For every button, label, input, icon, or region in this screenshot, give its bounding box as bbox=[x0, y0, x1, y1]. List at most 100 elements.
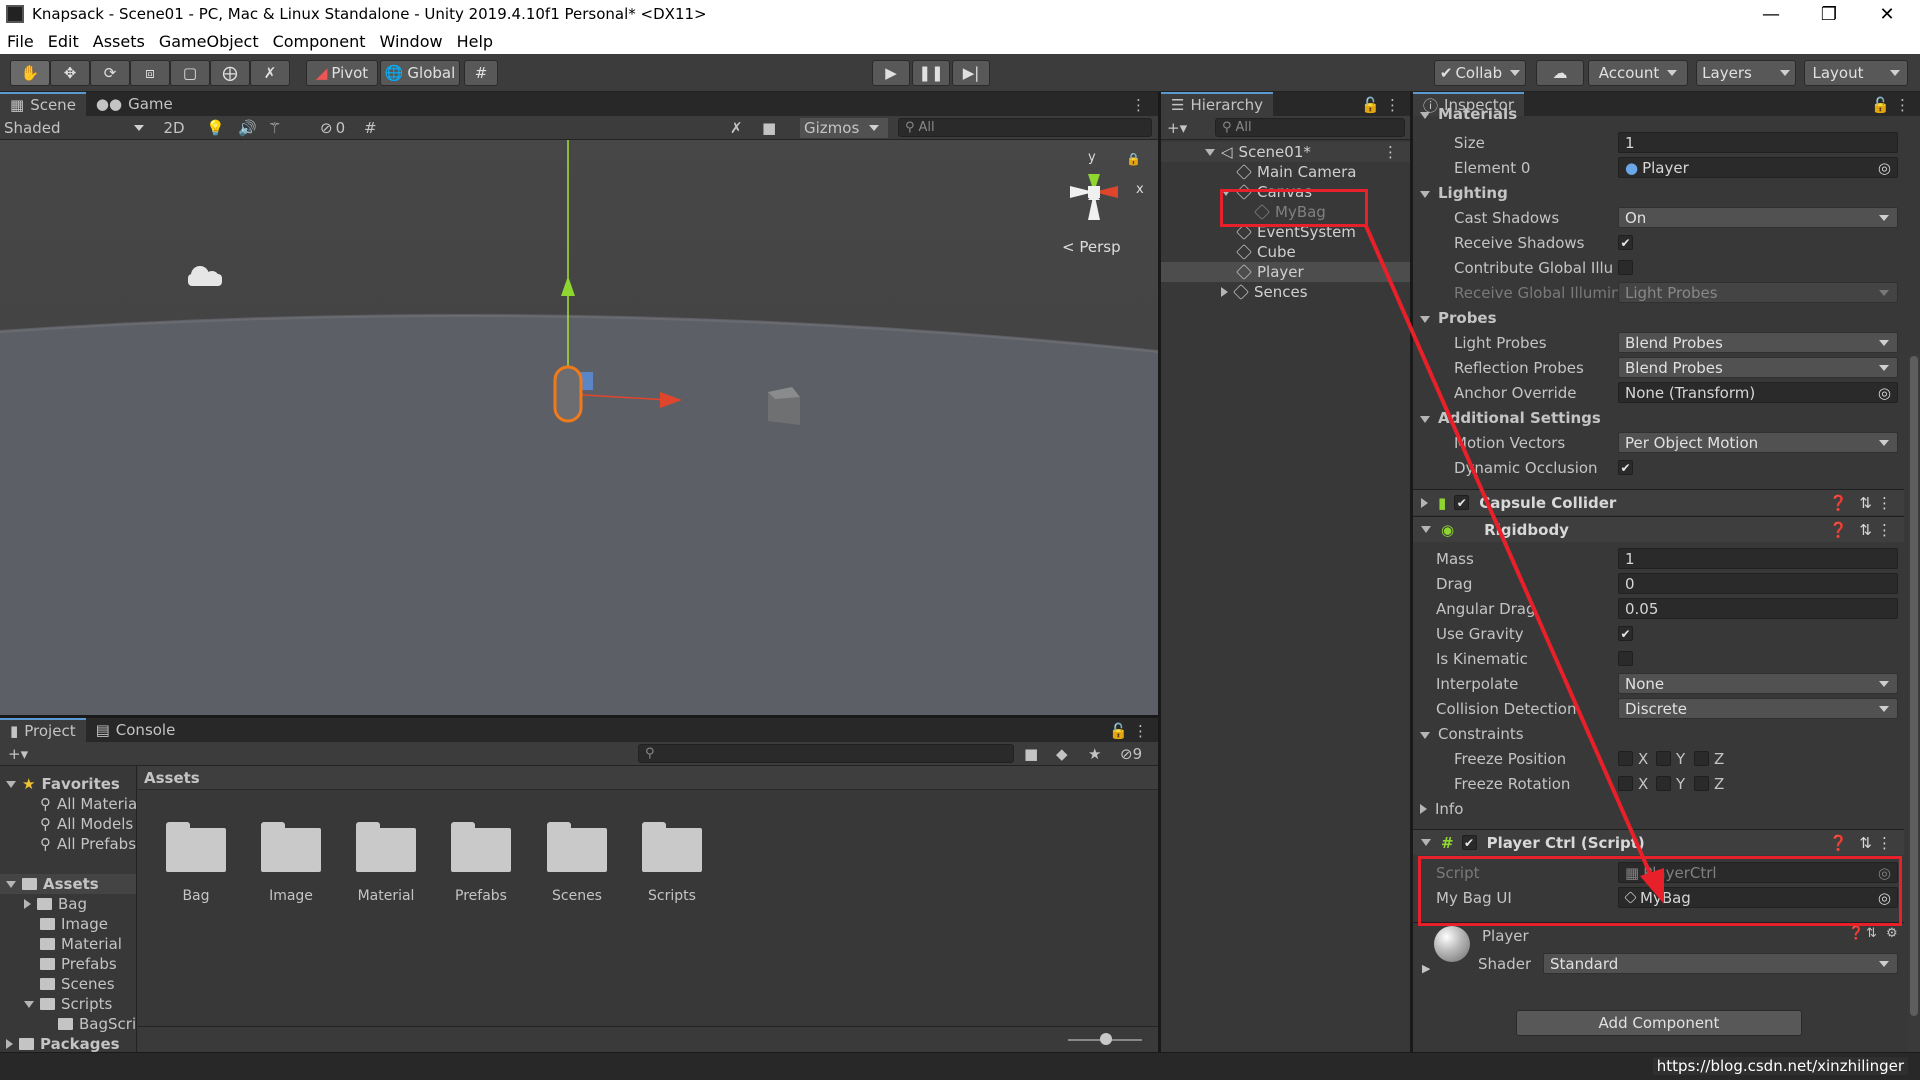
layout-dropdown[interactable]: Layout bbox=[1804, 60, 1908, 86]
player-ctrl-header[interactable]: # ✔ Player Ctrl (Script) ❓ ⇅ ⋮ bbox=[1413, 829, 1904, 855]
mode-2d-toggle[interactable]: 2D bbox=[158, 119, 190, 137]
scale-tool-icon[interactable]: ⧈ bbox=[130, 60, 170, 86]
persp-toggle[interactable]: < Persp bbox=[1062, 238, 1121, 256]
mass-field[interactable]: 1 bbox=[1618, 548, 1898, 569]
scene-menu-icon[interactable]: ⋮ bbox=[1131, 96, 1146, 114]
tree-fav-models[interactable]: ⚲ All Models bbox=[40, 814, 133, 834]
receive-shadows-checkbox[interactable]: ✔ bbox=[1618, 235, 1633, 250]
lighting-section[interactable]: Lighting bbox=[1420, 184, 1508, 202]
probes-section[interactable]: Probes bbox=[1420, 309, 1497, 327]
angular-drag-field[interactable]: 0.05 bbox=[1618, 598, 1898, 619]
menu-gameobject[interactable]: GameObject bbox=[152, 32, 266, 51]
preset-icon[interactable]: ⇅ bbox=[1866, 926, 1877, 941]
capsule-collider-header[interactable]: ▮ ✔ Capsule Collider ❓ ⇅ ⋮ bbox=[1413, 489, 1904, 515]
transform-tool-icon[interactable]: ⨁ bbox=[210, 60, 250, 86]
preset-icon[interactable]: ⇅ bbox=[1859, 834, 1872, 852]
rotate-tool-icon[interactable]: ⟳ bbox=[90, 60, 130, 86]
tree-favorites[interactable]: ★ Favorites bbox=[6, 774, 120, 794]
scene-menu-icon[interactable]: ⋮ bbox=[1383, 143, 1398, 161]
lock-icon[interactable]: 🔒 bbox=[1126, 152, 1141, 166]
help-icon[interactable]: ❓ bbox=[1848, 926, 1864, 941]
menu-assets[interactable]: Assets bbox=[86, 32, 152, 51]
material-expand-icon[interactable]: ▶ bbox=[1422, 962, 1430, 975]
shader-dropdown[interactable]: Standard bbox=[1543, 953, 1898, 974]
tree-assets[interactable]: Assets bbox=[0, 874, 136, 894]
project-search-input[interactable]: ⚲ bbox=[638, 744, 1014, 763]
hierarchy-item-main-camera[interactable]: Main Camera bbox=[1161, 162, 1410, 182]
inspector-menu-icon[interactable]: ⋮ bbox=[1895, 96, 1910, 114]
camera-icon[interactable]: ■ bbox=[762, 119, 776, 137]
inspector-scrollbar[interactable] bbox=[1908, 354, 1920, 1052]
hierarchy-item-sences[interactable]: Sences bbox=[1161, 282, 1410, 302]
lighting-toggle-icon[interactable]: 💡 bbox=[206, 119, 225, 137]
hierarchy-menu-icon[interactable]: ⋮ bbox=[1385, 96, 1400, 114]
reflection-probes-dropdown[interactable]: Blend Probes bbox=[1618, 357, 1898, 378]
hand-tool-icon[interactable]: ✋ bbox=[10, 60, 50, 86]
anchor-override-field[interactable]: None (Transform) ◎ bbox=[1618, 382, 1898, 403]
hierarchy-item-player[interactable]: Player bbox=[1161, 262, 1410, 282]
global-toggle[interactable]: 🌐 Global bbox=[380, 60, 460, 86]
rigidbody-header[interactable]: ◉ Rigidbody ❓ ⇅ ⋮ bbox=[1413, 516, 1904, 542]
component-menu-icon[interactable]: ⋮ bbox=[1877, 834, 1892, 852]
hidden-packages-toggle[interactable]: ⊘ 9 bbox=[1120, 745, 1142, 763]
effects-toggle-icon[interactable]: ⚚ bbox=[268, 119, 281, 137]
help-icon[interactable]: ❓ bbox=[1829, 834, 1848, 852]
project-breadcrumb[interactable]: Assets bbox=[138, 766, 1158, 790]
project-add-button[interactable]: +▾ bbox=[8, 745, 28, 763]
tree-folder-scripts[interactable]: Scripts bbox=[24, 994, 112, 1014]
inspector-scrollbar-thumb[interactable] bbox=[1910, 356, 1918, 1016]
preset-icon[interactable]: ⇅ bbox=[1859, 521, 1872, 539]
account-dropdown[interactable]: Account bbox=[1588, 60, 1688, 86]
gear-icon[interactable]: ⚙ bbox=[1886, 926, 1898, 941]
tab-scene[interactable]: ▦ Scene bbox=[0, 92, 86, 116]
is-kinematic-checkbox[interactable] bbox=[1618, 651, 1633, 666]
freeze-rot-x-checkbox[interactable] bbox=[1618, 776, 1633, 791]
asset-folder-image[interactable] bbox=[261, 822, 321, 874]
shading-dropdown[interactable]: Shaded bbox=[4, 117, 148, 138]
freeze-pos-z-checkbox[interactable] bbox=[1694, 751, 1709, 766]
menu-edit[interactable]: Edit bbox=[41, 32, 86, 51]
zoom-slider-handle[interactable] bbox=[1100, 1033, 1112, 1045]
menu-help[interactable]: Help bbox=[450, 32, 500, 51]
cloud-button[interactable]: ☁ bbox=[1536, 60, 1584, 86]
motion-vectors-dropdown[interactable]: Per Object Motion bbox=[1618, 432, 1898, 453]
rect-tool-icon[interactable]: ▢ bbox=[170, 60, 210, 86]
help-icon[interactable]: ❓ bbox=[1829, 494, 1848, 512]
info-section[interactable]: Info bbox=[1420, 800, 1463, 818]
favorite-star-icon[interactable]: ★ bbox=[1088, 745, 1101, 763]
project-menu-icon[interactable]: ⋮ bbox=[1133, 722, 1148, 740]
tree-folder-prefabs[interactable]: Prefabs bbox=[40, 954, 117, 974]
gizmos-dropdown[interactable]: Gizmos bbox=[800, 117, 888, 138]
tree-folder-material[interactable]: Material bbox=[40, 934, 122, 954]
size-field[interactable]: 1 bbox=[1618, 132, 1898, 153]
freeze-pos-y-checkbox[interactable] bbox=[1656, 751, 1671, 766]
preset-icon[interactable]: ⇅ bbox=[1859, 494, 1872, 512]
project-lock-icon[interactable]: 🔓 bbox=[1109, 722, 1128, 740]
tree-fav-prefabs[interactable]: ⚲ All Prefabs bbox=[40, 834, 136, 854]
asset-folder-bag[interactable] bbox=[166, 822, 226, 874]
constraints-section[interactable]: Constraints bbox=[1420, 725, 1524, 743]
cast-shadows-dropdown[interactable]: On bbox=[1618, 207, 1898, 228]
grid-snap-icon[interactable]: # bbox=[464, 60, 498, 86]
tab-game[interactable]: ●● Game bbox=[86, 92, 183, 116]
tree-folder-bagscripts[interactable]: BagScri bbox=[58, 1014, 136, 1034]
add-component-button[interactable]: Add Component bbox=[1516, 1010, 1802, 1036]
hierarchy-scene-row[interactable]: ◁ Scene01* ⋮ bbox=[1161, 142, 1410, 162]
drag-field[interactable]: 0 bbox=[1618, 573, 1898, 594]
element0-field[interactable]: ● Player ◎ bbox=[1618, 157, 1898, 178]
tree-fav-materials[interactable]: ⚲ All Materia bbox=[40, 794, 137, 814]
menu-window[interactable]: Window bbox=[372, 32, 449, 51]
contribute-gi-checkbox[interactable] bbox=[1618, 260, 1633, 275]
component-menu-icon[interactable]: ⋮ bbox=[1877, 494, 1892, 512]
inspector-lock-icon[interactable]: 🔓 bbox=[1871, 96, 1890, 114]
tree-folder-scenes[interactable]: Scenes bbox=[40, 974, 115, 994]
hierarchy-search-input[interactable]: ⚲ All bbox=[1215, 118, 1405, 137]
collision-detection-dropdown[interactable]: Discrete bbox=[1618, 698, 1898, 719]
tab-project[interactable]: ▮ Project bbox=[0, 718, 86, 742]
asset-folder-prefabs[interactable] bbox=[451, 822, 511, 874]
search-by-type-icon[interactable]: ■ bbox=[1024, 745, 1038, 763]
tree-folder-bag[interactable]: Bag bbox=[24, 894, 87, 914]
help-icon[interactable]: ❓ bbox=[1829, 521, 1848, 539]
tree-packages[interactable]: Packages bbox=[6, 1034, 120, 1052]
step-button[interactable]: ▶| bbox=[952, 60, 990, 86]
